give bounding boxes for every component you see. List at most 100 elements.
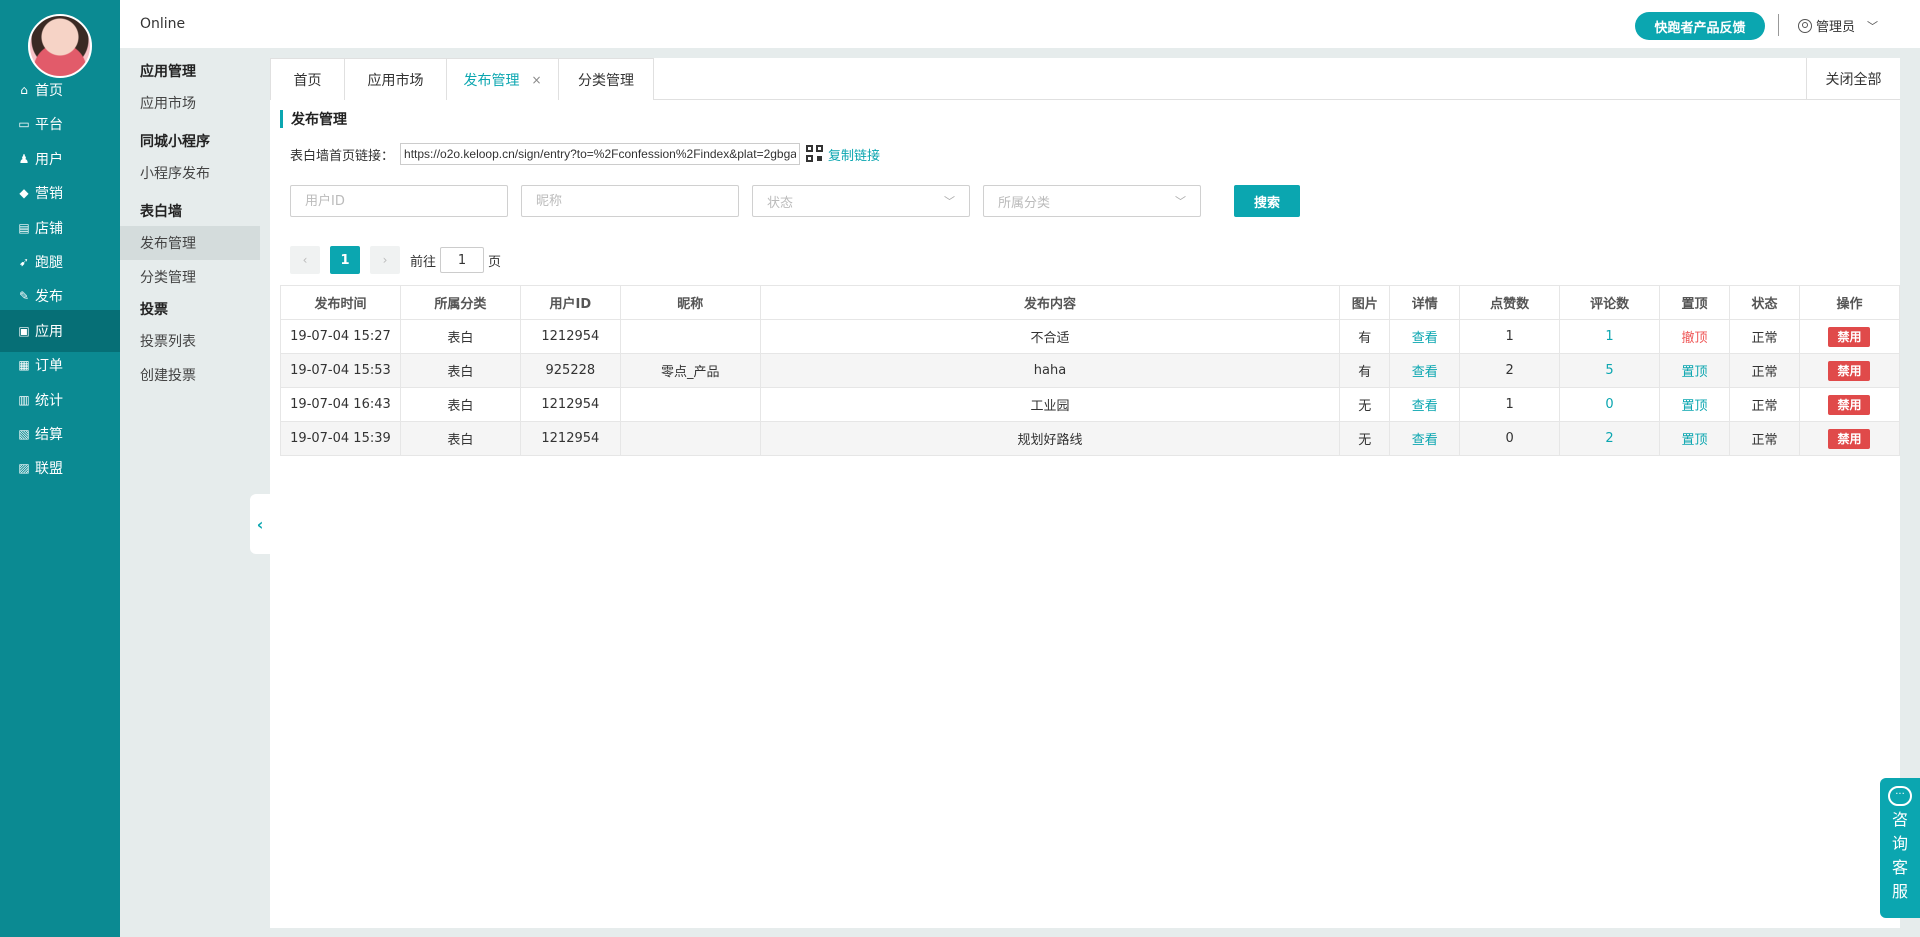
user-id-input[interactable] (290, 185, 508, 217)
pin-toggle-link[interactable]: 置顶 (1682, 365, 1708, 380)
cell-action: 禁用 (1798, 421, 1901, 456)
cell-category: 表白 (399, 387, 521, 422)
column-header: 发布内容 (759, 285, 1341, 320)
subnav-item[interactable]: 应用市场 (120, 86, 260, 120)
nickname-input[interactable] (521, 185, 739, 217)
search-button[interactable]: 搜索 (1234, 185, 1300, 217)
nav-item-label: 订单 (35, 358, 63, 375)
chat-support-widget[interactable]: ··· 咨询客服 (1880, 778, 1920, 918)
cell-user-id: 1212954 (519, 387, 621, 422)
chat-widget-char: 客 (1891, 858, 1908, 877)
page-title: 发布管理 (280, 110, 347, 128)
copy-link-button[interactable]: 复制链接 (828, 145, 880, 164)
cell-user-id: 1212954 (519, 319, 621, 354)
category-select-placeholder: 所属分类 (998, 195, 1051, 211)
tab-bar: 首页 应用市场 发布管理 × 分类管理 关闭全部 (270, 58, 1900, 100)
feedback-button[interactable]: 快跑者产品反馈 (1635, 12, 1765, 40)
tab-3[interactable]: 分类管理 (558, 58, 654, 100)
tab-0[interactable]: 首页 (270, 58, 345, 100)
home-icon: ⌂ (20, 83, 28, 97)
table-body: 19-07-04 15:27 表白 1212954 不合适有查看 1 1 撤顶 正常 禁用 19-… (280, 319, 1901, 456)
cell-action: 禁用 (1798, 387, 1901, 422)
nav-item-label: 发布 (35, 289, 63, 306)
chat-bubble-icon: ··· (1888, 786, 1912, 806)
view-detail-link[interactable]: 查看 (1412, 399, 1438, 414)
cell-detail: 查看 (1389, 319, 1461, 354)
subnav-item[interactable]: 投票列表 (120, 324, 260, 358)
prev-page-button[interactable]: ‹ (290, 246, 320, 274)
view-detail-link[interactable]: 查看 (1412, 365, 1438, 380)
divider (1778, 14, 1779, 36)
table-row: 19-07-04 16:43 表白 1212954 工业园无 查看 1 0 置顶 正常 禁用 (280, 387, 1901, 422)
cell-detail: 查看 (1389, 387, 1461, 422)
cell-top: 置顶 (1659, 421, 1730, 456)
page-number-current[interactable]: 1 (330, 246, 360, 274)
qr-code-icon[interactable] (806, 145, 824, 163)
pin-toggle-link[interactable]: 置顶 (1682, 399, 1708, 414)
collapse-sidebar-button[interactable]: ‹ (250, 494, 270, 554)
category-select[interactable]: 所属分类 ﹀ (983, 185, 1201, 217)
comments-link[interactable]: 0 (1605, 397, 1613, 412)
cell-time: 19-07-04 15:53 (280, 353, 401, 388)
disable-button[interactable]: 禁用 (1828, 326, 1871, 347)
subnav-group-title: 表白墙 (140, 204, 182, 220)
chat-widget-char: 服 (1891, 882, 1908, 901)
cell-image: 有 (1339, 319, 1391, 354)
status-select[interactable]: 状态 ﹀ (752, 185, 970, 217)
cell-likes: 2 (1459, 353, 1561, 388)
goto-page-input[interactable]: 1 (440, 247, 485, 273)
tab-label: 应用市场 (367, 72, 424, 89)
nav-item-label: 首页 (35, 83, 63, 99)
subnav-item[interactable]: 小程序发布 (120, 156, 260, 190)
comments-link[interactable]: 1 (1605, 329, 1613, 344)
cell-content: 工业园 (759, 387, 1341, 422)
close-icon[interactable]: × (531, 73, 541, 87)
cell-action: 禁用 (1798, 319, 1901, 354)
nav-item-label: 平台 (35, 117, 63, 134)
pin-toggle-link[interactable]: 置顶 (1682, 433, 1708, 448)
column-header: 评论数 (1559, 285, 1661, 320)
cell-status: 正常 (1728, 387, 1800, 422)
pin-toggle-link[interactable]: 撤顶 (1682, 331, 1708, 346)
cell-status: 正常 (1728, 353, 1800, 388)
tab-label: 首页 (293, 72, 322, 89)
cell-status: 正常 (1728, 319, 1800, 354)
next-page-button[interactable]: › (370, 246, 400, 274)
tab-1[interactable]: 应用市场 (344, 58, 447, 100)
main-panel: 首页应用市场发布管理×分类管理 关闭全部 发布管理 表白墙首页链接： 复制链接 … (270, 58, 1901, 928)
link-label: 表白墙首页链接： (290, 148, 395, 164)
status-select-placeholder: 状态 (767, 195, 794, 211)
comments-link[interactable]: 5 (1605, 363, 1613, 378)
table-header-row: 发布时间 所属分类 用户ID 昵称 发布内容 图片 详情 点赞数 评论数 置顶 状态 操作 (280, 285, 1901, 320)
nav-item-label: 应用 (35, 323, 63, 340)
app-icon: ▣ (18, 323, 30, 338)
user-icon: ♟ (18, 151, 30, 166)
admin-menu[interactable]: 管理员 ﹀ (1798, 16, 1878, 35)
disable-button[interactable]: 禁用 (1828, 394, 1871, 415)
top-bar: Online 快跑者产品反馈 管理员 ﹀ (120, 0, 1920, 48)
disable-button[interactable]: 禁用 (1828, 428, 1871, 449)
subnav-item[interactable]: 分类管理 (120, 260, 260, 294)
link-field[interactable] (400, 143, 801, 165)
view-detail-link[interactable]: 查看 (1412, 331, 1438, 346)
cell-comments: 0 (1559, 387, 1661, 422)
user-circle-icon (1798, 18, 1812, 33)
cell-likes: 0 (1459, 421, 1561, 456)
subnav-item[interactable]: 发布管理 (120, 226, 260, 260)
column-header: 操作 (1798, 285, 1901, 320)
runner-icon: ➹ (18, 255, 30, 269)
chevron-down-icon: ﹀ (1175, 195, 1186, 208)
cell-likes: 1 (1459, 319, 1561, 354)
comments-link[interactable]: 2 (1605, 431, 1613, 446)
tab-2[interactable]: 发布管理 × (446, 58, 559, 100)
nav-item-11[interactable]: ▨ 联盟 (0, 447, 120, 489)
cell-likes: 1 (1459, 387, 1561, 422)
close-all-tabs-button[interactable]: 关闭全部 (1806, 58, 1900, 100)
monitor-icon: ▭ (18, 117, 30, 132)
table-row: 19-07-04 15:27 表白 1212954 不合适有 查看 1 1 撤顶 正常 禁用 (280, 319, 1901, 354)
column-header: 置顶 (1659, 285, 1730, 320)
disable-button[interactable]: 禁用 (1828, 360, 1871, 381)
subnav-item[interactable]: 创建投票 (120, 358, 260, 392)
cell-content: haha (759, 353, 1341, 388)
view-detail-link[interactable]: 查看 (1412, 433, 1438, 448)
